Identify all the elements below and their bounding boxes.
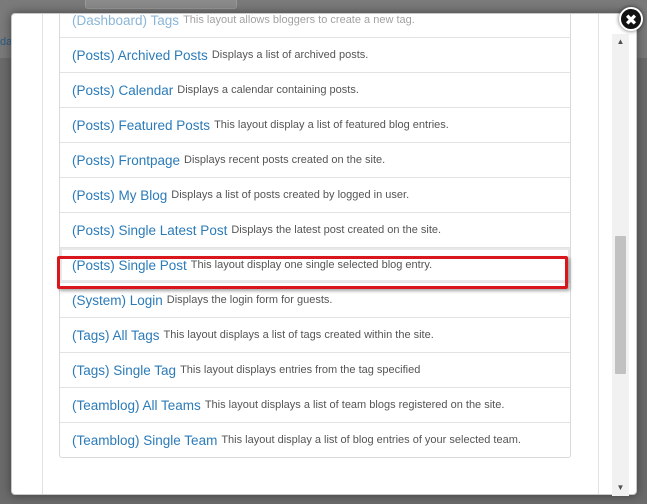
scrollbar-thumb[interactable] [615, 236, 626, 374]
scroll-up-arrow-icon[interactable]: ▲ [612, 34, 629, 50]
layout-item-title: (Posts) My Blog [72, 187, 168, 203]
layout-item-posts-single-post[interactable]: (Posts) Single Post This layout display … [60, 248, 570, 283]
layout-item-posts-my-blog[interactable]: (Posts) My Blog Displays a list of posts… [60, 178, 570, 213]
layout-item-title: (Posts) Archived Posts [72, 47, 208, 63]
scroll-down-arrow-icon[interactable]: ▼ [612, 480, 629, 496]
layout-item-description: This layout allows bloggers to create a … [183, 14, 415, 26]
layout-item-tags-single-tag[interactable]: (Tags) Single Tag This layout displays e… [60, 353, 570, 388]
layout-item-title: (Posts) Frontpage [72, 152, 181, 168]
layout-item-description: Displays a list of archived posts. [211, 49, 369, 61]
layout-item-title: (Posts) Single Latest Post [72, 222, 228, 238]
layout-item-title: (Teamblog) Single Team [72, 432, 218, 448]
layout-item-title: (Teamblog) All Teams [72, 397, 201, 413]
layout-picker-modal: (Dashboard) Tags This layout allows blog… [11, 13, 637, 496]
layout-item-tags-all-tags[interactable]: (Tags) All Tags This layout displays a l… [60, 318, 570, 353]
layout-item-title: (Tags) Single Tag [72, 362, 177, 378]
modal-scrollbar[interactable]: ▲ ▼ [612, 34, 629, 496]
close-icon[interactable]: ✖ [619, 7, 643, 31]
layout-item-posts-archived-posts[interactable]: (Posts) Archived Posts Displays a list o… [60, 38, 570, 73]
layout-item-title: (Posts) Featured Posts [72, 117, 211, 133]
layout-list: (Dashboard) Tags This layout allows blog… [59, 14, 571, 458]
layout-item-posts-single-latest-post[interactable]: (Posts) Single Latest Post Displays the … [60, 213, 570, 248]
layout-item-teamblog-all-teams[interactable]: (Teamblog) All Teams This layout display… [60, 388, 570, 423]
layout-item-description: This layout displays entries from the ta… [180, 364, 421, 376]
layout-item-posts-frontpage[interactable]: (Posts) Frontpage Displays recent posts … [60, 143, 570, 178]
layout-item-description: Displays the latest post created on the … [231, 224, 442, 236]
layout-item-title: (Posts) Single Post [72, 257, 187, 273]
layout-item-description: This layout display a list of featured b… [214, 119, 449, 131]
layout-item-title: (System) Login [72, 292, 163, 308]
backdrop-input-fragment [85, 0, 237, 9]
layout-item-posts-featured-posts[interactable]: (Posts) Featured Posts This layout displ… [60, 108, 570, 143]
layout-item-posts-calendar[interactable]: (Posts) Calendar Displays a calendar con… [60, 73, 570, 108]
layout-item-description: This layout display a list of blog entri… [221, 434, 521, 446]
layout-item-description: This layout display one single selected … [190, 259, 433, 271]
layout-item-title: (Tags) All Tags [72, 327, 160, 343]
modal-content: (Dashboard) Tags This layout allows blog… [42, 14, 599, 494]
layout-item-title: (Dashboard) Tags [72, 14, 180, 28]
layout-item-title: (Posts) Calendar [72, 82, 174, 98]
layout-item-description: Displays a list of posts created by logg… [171, 189, 410, 201]
layout-item-dashboard-tags[interactable]: (Dashboard) Tags This layout allows blog… [60, 14, 570, 38]
layout-item-description: Displays the login form for guests. [166, 294, 333, 306]
layout-item-system-login[interactable]: (System) Login Displays the login form f… [60, 283, 570, 318]
layout-item-teamblog-single-team[interactable]: (Teamblog) Single Team This layout displ… [60, 423, 570, 457]
layout-item-description: This layout displays a list of tags crea… [163, 329, 434, 341]
layout-item-description: Displays recent posts created on the sit… [184, 154, 386, 166]
layout-item-description: Displays a calendar containing posts. [177, 84, 359, 96]
layout-item-description: This layout displays a list of team blog… [204, 399, 505, 411]
